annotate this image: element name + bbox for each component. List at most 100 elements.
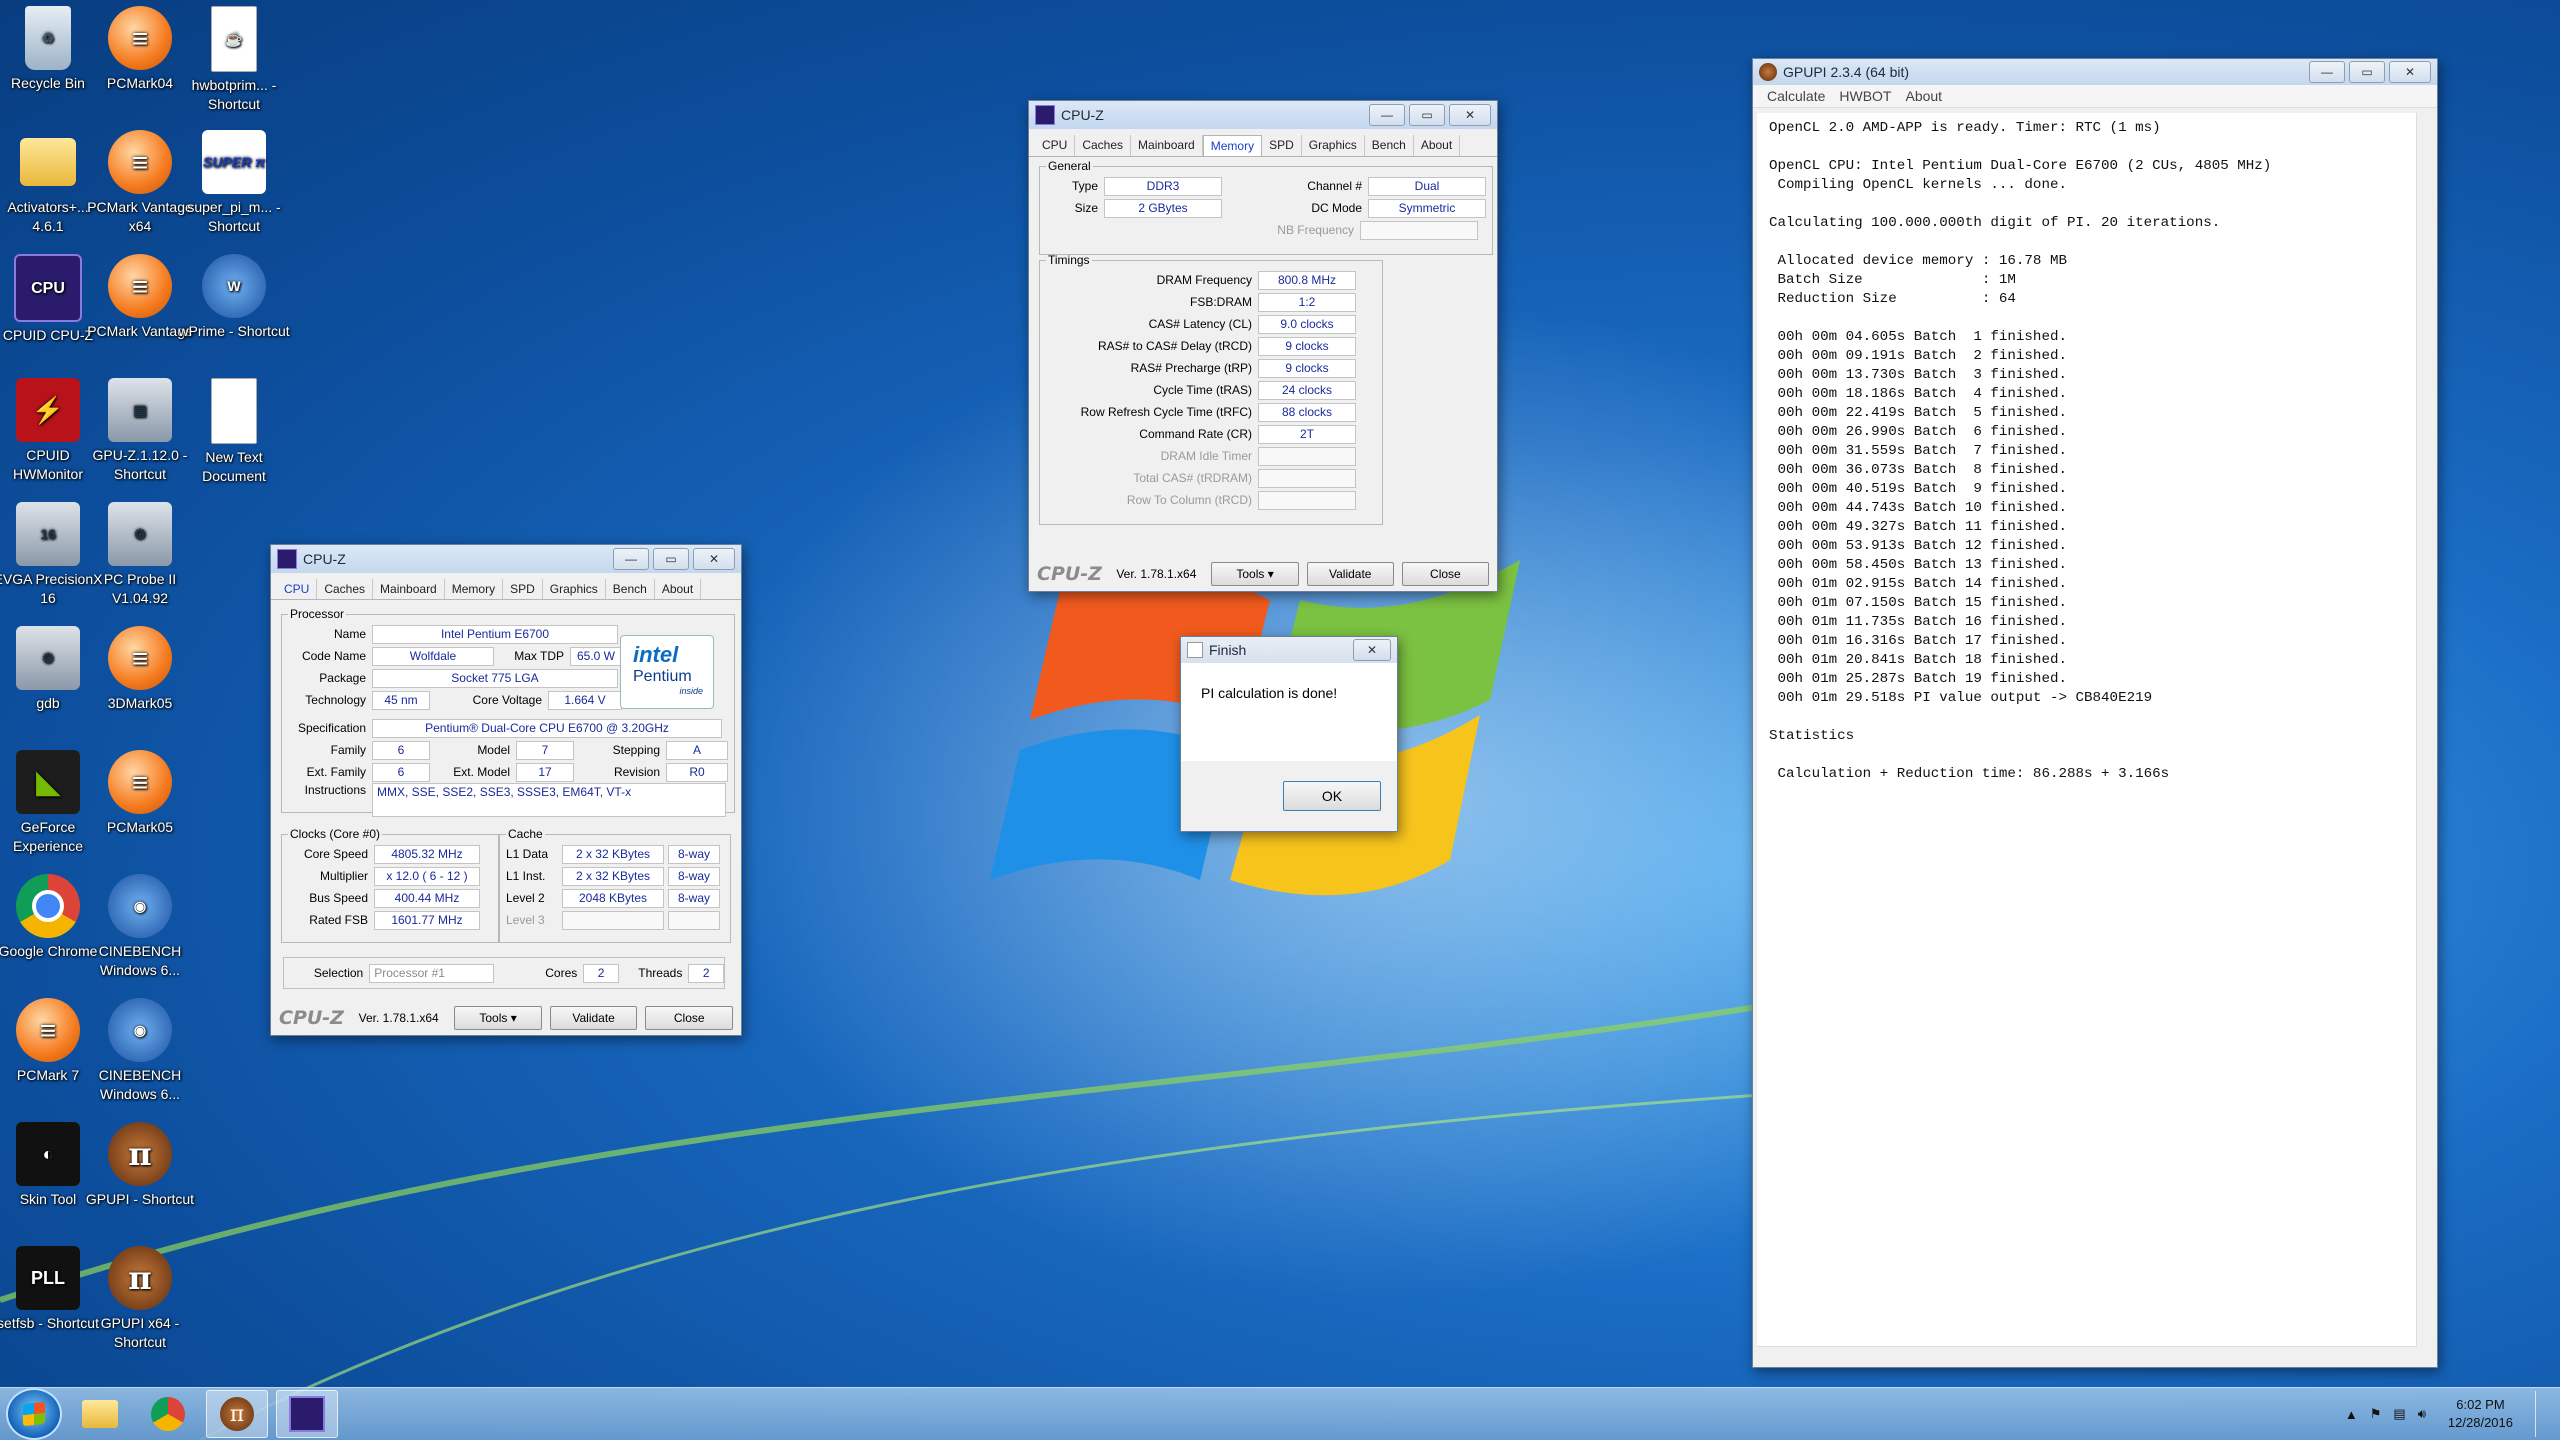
console-line: 00h 00m 13.730s Batch 3 finished. [1769, 367, 2068, 383]
desktop-icon-gpupi-x64[interactable]: π GPUPI x64 - Shortcut [84, 1246, 196, 1352]
timing-label: RAS# to CAS# Delay (tRCD) [1097, 339, 1252, 353]
desktop-icon-wprime[interactable]: WwPrime - Shortcut [178, 254, 290, 341]
console-line: 00h 00m 36.073s Batch 8 finished. [1769, 462, 2068, 478]
title-bar[interactable]: Finish ✕ [1181, 637, 1397, 663]
gpupi-icon [1759, 63, 1777, 81]
desktop-icon-label: CINEBENCH Windows 6... [98, 1067, 182, 1102]
timing-label: Cycle Time (tRAS) [1153, 383, 1252, 397]
title-bar[interactable]: GPUPI 2.3.4 (64 bit) — ▭ ✕ [1753, 59, 2437, 85]
start-button[interactable] [6, 1388, 62, 1440]
tab-caches[interactable]: Caches [317, 579, 374, 599]
ext-family-label: Ext. Family [306, 765, 366, 779]
folder-icon [82, 1400, 118, 1428]
codename-label: Code Name [301, 649, 366, 663]
tab-mainboard[interactable]: Mainboard [373, 579, 445, 599]
tab-cpu[interactable]: CPU [277, 579, 318, 599]
tab-bench[interactable]: Bench [606, 579, 655, 599]
maximize-button[interactable]: ▭ [653, 548, 689, 570]
tab-graphics[interactable]: Graphics [1302, 135, 1365, 156]
show-hidden-icons-icon[interactable]: ▲ [2345, 1407, 2358, 1422]
close-icon[interactable]: ✕ [1353, 639, 1391, 661]
desktop-icon-cinebench-2[interactable]: ◉ CINEBENCH Windows 6... [84, 998, 196, 1104]
dialog-button-area: OK [1181, 761, 1397, 831]
maximize-button[interactable]: ▭ [2349, 61, 2385, 83]
minimize-button[interactable]: — [2309, 61, 2345, 83]
tools-button[interactable]: Tools ▾ [454, 1006, 542, 1030]
minimize-button[interactable]: — [613, 548, 649, 570]
tab-memory[interactable]: Memory [445, 579, 504, 599]
pcmark-icon: ≡ [108, 6, 172, 70]
ok-button[interactable]: OK [1283, 781, 1381, 811]
show-desktop-button[interactable] [2535, 1391, 2548, 1437]
window-title: CPU-Z [1061, 107, 1104, 123]
system-tray: ▲ ⚑ ▤ 🔊︎ 6:02 PM 12/28/2016 [2345, 1388, 2548, 1440]
desktop-icon-gpupi[interactable]: π GPUPI - Shortcut [84, 1122, 196, 1209]
tab-bench[interactable]: Bench [1365, 135, 1414, 156]
size-label: Size [1074, 201, 1098, 215]
processor-select[interactable]: Processor #1 [369, 963, 495, 983]
desktop-icon-3dmark05[interactable]: ≡ 3DMark05 [84, 626, 196, 713]
tab-about[interactable]: About [655, 579, 702, 599]
action-center-icon[interactable]: ⚑ [2370, 1406, 2382, 1422]
tab-bar: CPU Caches Mainboard Memory SPD Graphics… [271, 573, 741, 600]
desktop-icon-new-text-document[interactable]: New Text Document [178, 378, 290, 486]
taskbar-gpupi[interactable]: π [206, 1390, 268, 1438]
output-console[interactable]: OpenCL 2.0 AMD-APP is ready. Timer: RTC … [1757, 113, 2417, 1347]
console-line: 00h 01m 29.518s PI value output -> CB840… [1769, 690, 2153, 706]
desktop-icon-label: hwbotprim... - Shortcut [191, 77, 277, 112]
horizontal-scrollbar[interactable] [1757, 1346, 2417, 1363]
skin-tool-icon: ◐ [16, 1122, 80, 1186]
desktop-icon-hwbotprime[interactable]: ☕ hwbotprim... - Shortcut [178, 6, 290, 114]
chrome-icon [16, 874, 80, 938]
close-icon[interactable]: ✕ [1449, 104, 1491, 126]
tab-mainboard[interactable]: Mainboard [1131, 135, 1203, 156]
level2-label: Level 2 [506, 891, 545, 905]
tab-cpu[interactable]: CPU [1035, 135, 1076, 156]
taskbar-chrome[interactable] [138, 1391, 198, 1437]
timing-value: 9 clocks [1258, 336, 1356, 356]
desktop-icon-pcmark05[interactable]: ≡ PCMark05 [84, 750, 196, 837]
console-line: Compiling OpenCL kernels ... done. [1769, 177, 2068, 193]
close-icon[interactable]: ✕ [2389, 61, 2431, 83]
dialog-message: PI calculation is done! [1201, 685, 1338, 701]
tools-button[interactable]: Tools ▾ [1211, 562, 1299, 586]
vertical-scrollbar[interactable] [2416, 113, 2433, 1347]
title-bar[interactable]: CPU-Z — ▭ ✕ [1029, 101, 1497, 129]
desktop-icon-pcprobe[interactable]: ⚙ PC Probe II V1.04.92 [84, 502, 196, 608]
desktop-icon-superpi[interactable]: SUPER π super_pi_m... - Shortcut [178, 130, 290, 236]
desktop-icon-cinebench-1[interactable]: ◉ CINEBENCH Windows 6... [84, 874, 196, 980]
menu-hwbot[interactable]: HWBOT [1839, 88, 1891, 104]
clock[interactable]: 6:02 PM 12/28/2016 [2438, 1396, 2523, 1432]
tab-graphics[interactable]: Graphics [543, 579, 606, 599]
clocks-group: Clocks (Core #0) Core Speed 4805.32 MHz M… [281, 827, 499, 943]
tab-about[interactable]: About [1414, 135, 1461, 156]
close-icon[interactable]: ✕ [693, 548, 735, 570]
tab-caches[interactable]: Caches [1075, 135, 1132, 156]
network-icon[interactable]: ▤ [2393, 1406, 2405, 1422]
tab-spd[interactable]: SPD [1262, 135, 1302, 156]
console-line: 00h 00m 44.743s Batch 10 finished. [1769, 500, 2068, 516]
nb-frequency-value [1360, 220, 1478, 240]
volume-icon[interactable]: 🔊︎ [2418, 1406, 2426, 1422]
validate-button[interactable]: Validate [549, 1006, 638, 1030]
maximize-button[interactable]: ▭ [1409, 104, 1445, 126]
model-value: 7 [516, 740, 574, 760]
menu-about[interactable]: About [1905, 88, 1942, 104]
title-bar[interactable]: CPU-Z — ▭ ✕ [271, 545, 741, 573]
pcmark-icon: ≡ [16, 998, 80, 1062]
close-button[interactable]: Close [645, 1006, 734, 1030]
gpupi-window: GPUPI 2.3.4 (64 bit) — ▭ ✕ Calculate HWB… [1752, 58, 2438, 1368]
taskbar-explorer[interactable] [70, 1391, 130, 1437]
desktop-icon-label: PCMark05 [106, 819, 174, 835]
taskbar-cpuz[interactable] [276, 1390, 338, 1438]
close-button[interactable]: Close [1401, 562, 1489, 586]
tab-spd[interactable]: SPD [503, 579, 543, 599]
tab-memory[interactable]: Memory [1202, 135, 1263, 156]
validate-button[interactable]: Validate [1306, 562, 1394, 586]
minimize-button[interactable]: — [1369, 104, 1405, 126]
pcmark-icon: ≡ [108, 750, 172, 814]
specification-label: Specification [297, 721, 366, 735]
console-line: 00h 01m 11.735s Batch 16 finished. [1769, 614, 2068, 630]
menu-calculate[interactable]: Calculate [1767, 88, 1825, 104]
